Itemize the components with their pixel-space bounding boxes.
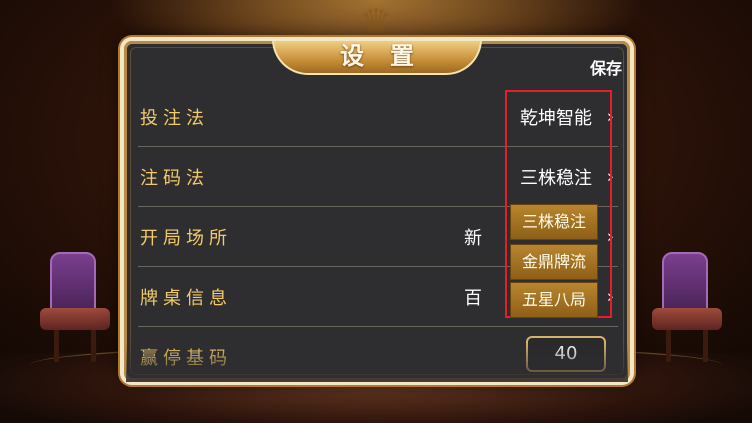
dialog-title: 设置	[340, 42, 440, 70]
setting-label: 赢停基码	[140, 348, 232, 369]
setting-label: 注码法	[140, 167, 209, 189]
setting-value: 百	[464, 287, 482, 309]
lion-emblem-icon: ♛	[360, 2, 392, 42]
setting-label: 投注法	[140, 107, 209, 129]
setting-row-win-stop: 赢停基码 40	[138, 327, 618, 381]
dropdown-highlight-box: 三株稳注 金鼎牌流 五星八局	[505, 90, 612, 318]
dialog-title-tab: 设置	[272, 41, 482, 75]
chair-right	[652, 252, 722, 362]
setting-label: 开局场所	[140, 227, 232, 249]
dropdown-option[interactable]: 金鼎牌流	[510, 244, 598, 280]
save-button[interactable]: 保存	[590, 55, 622, 79]
setting-label: 牌桌信息	[140, 287, 232, 309]
dropdown-option[interactable]: 五星八局	[510, 282, 598, 318]
chair-left	[40, 252, 110, 362]
win-stop-input[interactable]: 40	[526, 336, 606, 372]
dropdown-option[interactable]: 三株稳注	[510, 204, 598, 240]
setting-value: 新	[464, 227, 482, 249]
